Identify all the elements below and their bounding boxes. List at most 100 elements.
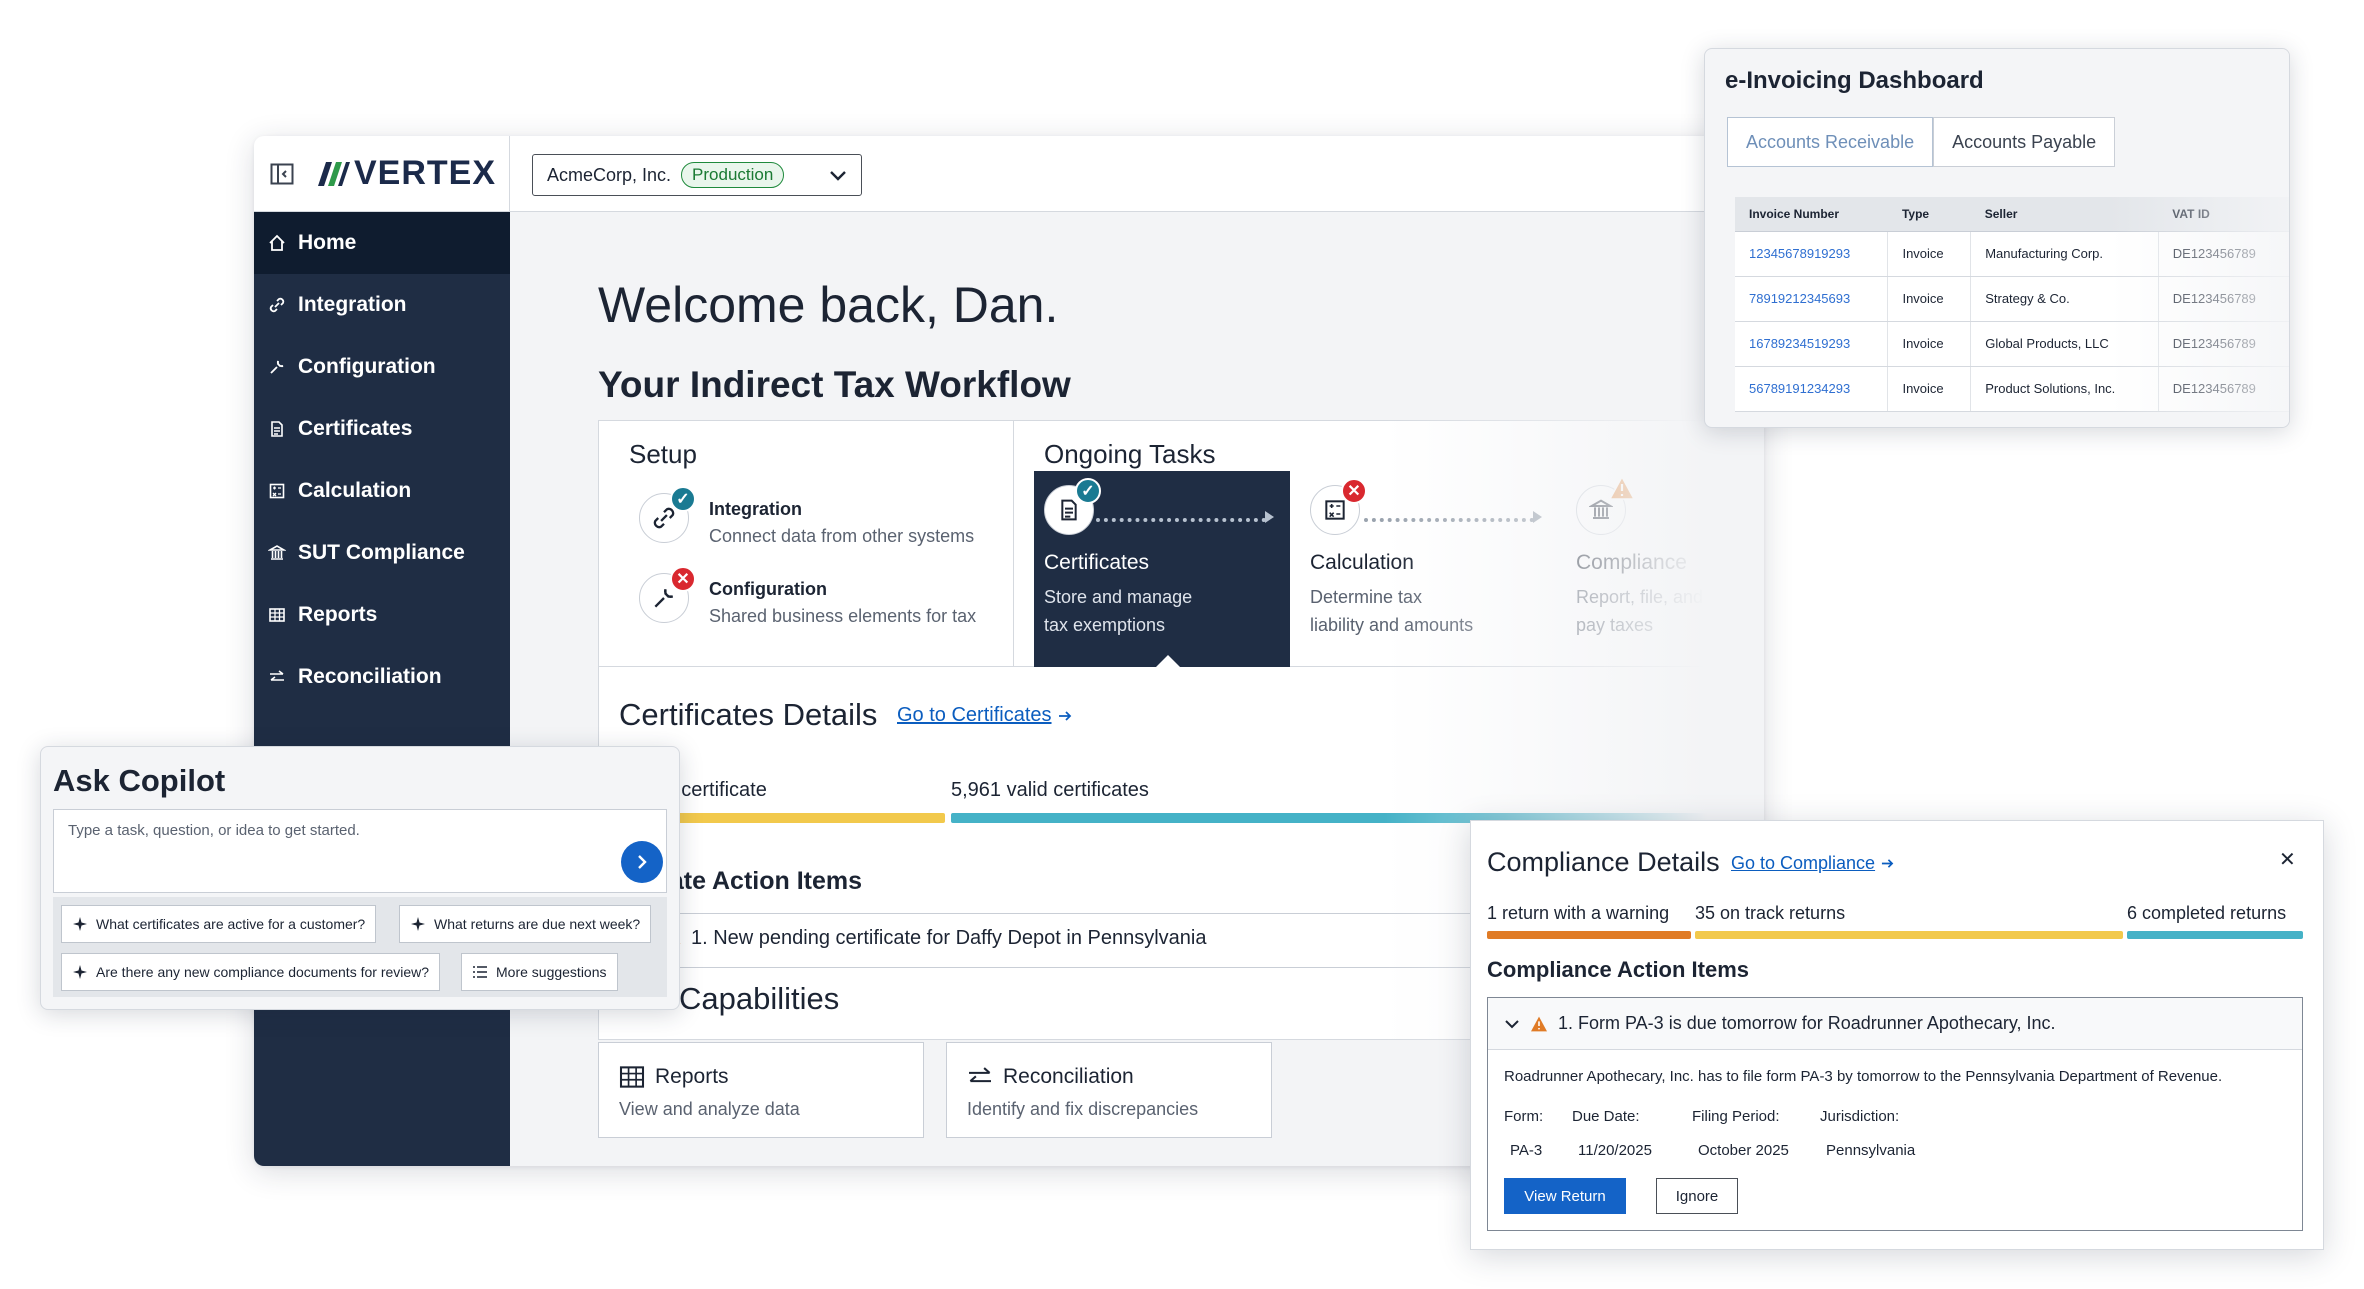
capabilities-title: Capabilities xyxy=(679,981,840,1016)
arrows-icon xyxy=(969,1067,991,1083)
form-label: Form: xyxy=(1504,1108,1544,1125)
setup-item-configuration[interactable]: ✕ Configuration Shared business elements… xyxy=(639,566,976,627)
tab-accounts-receivable[interactable]: Accounts Receivable xyxy=(1727,117,1934,167)
filing-period-value: October 2025 xyxy=(1698,1142,1789,1159)
table-cell: DE123456789 xyxy=(2158,321,2289,367)
warning-icon xyxy=(1531,1016,1547,1031)
suggestion-chips: What certificates are active for a custo… xyxy=(53,897,667,997)
ongoing-title: Ongoing Tasks xyxy=(1044,439,1216,469)
suggestion-chip[interactable]: What certificates are active for a custo… xyxy=(61,905,377,943)
organization-select[interactable]: AcmeCorp, Inc. Production xyxy=(532,154,862,196)
copilot-title: Ask Copilot xyxy=(53,763,226,798)
send-button[interactable] xyxy=(621,841,663,883)
go-to-certificates-link[interactable]: Go to Certificates xyxy=(897,704,1072,727)
task-calculation[interactable]: ✕ Calculation Determine tax liability and… xyxy=(1300,471,1556,667)
column-header[interactable]: Seller xyxy=(1970,197,2159,232)
link-label: Go to Compliance xyxy=(1731,853,1876,873)
arrows-icon xyxy=(270,670,284,681)
sidebar-item-label: Reports xyxy=(298,603,378,626)
sidebar-item-label: Certificates xyxy=(298,417,413,440)
suggestion-chip[interactable]: Are there any new compliance documents f… xyxy=(61,953,441,991)
table-cell: Strategy & Co. xyxy=(1970,276,2159,322)
setup-item-integration[interactable]: ✓ Integration Connect data from other sy… xyxy=(639,486,975,547)
progress-connector xyxy=(1096,518,1266,522)
table-row[interactable]: 56789191234293 Invoice Product Solutions… xyxy=(1735,366,2289,412)
table-row[interactable]: 12345678919293 Invoice Manufacturing Cor… xyxy=(1735,231,2289,277)
sidebar-item-reports[interactable]: Reports xyxy=(254,584,510,646)
sidebar-item-sut-compliance[interactable]: SUT Compliance xyxy=(254,522,510,584)
due-date-value: 11/20/2025 xyxy=(1578,1142,1652,1159)
sidebar-item-home[interactable]: Home xyxy=(254,212,510,274)
certificate-action-item[interactable]: 1. New pending certificate for Daffy Dep… xyxy=(691,927,1206,950)
einvoicing-dashboard: e-Invoicing Dashboard Accounts Receivabl… xyxy=(1704,48,2290,428)
sidebar-item-reconciliation[interactable]: Reconciliation xyxy=(254,646,510,708)
table-row[interactable]: 16789234519293 Invoice Global Products, … xyxy=(1735,321,2289,367)
form-value: PA-3 xyxy=(1510,1142,1543,1159)
setup-item-title: Configuration xyxy=(709,579,827,599)
sidebar-item-configuration[interactable]: Configuration xyxy=(254,336,510,398)
capability-subtitle: Identify and fix discrepancies xyxy=(967,1099,1199,1119)
arrow-right-icon xyxy=(1533,511,1542,523)
task-certificates[interactable]: ✓ Certificates Store and manage tax exemp… xyxy=(1034,471,1290,667)
capability-card-reports[interactable]: Reports View and analyze data xyxy=(598,1042,924,1138)
table-header-row: Invoice Number Type Seller VAT ID xyxy=(1735,197,2289,232)
suggestion-chip[interactable]: What returns are due next week? xyxy=(399,905,652,943)
action-item-header[interactable]: 1. Form PA-3 is due tomorrow for Roadrun… xyxy=(1488,998,2302,1050)
sidebar-item-label: Integration xyxy=(298,293,407,316)
compliance-details-panel: Compliance Details Go to Compliance ✕ 1 … xyxy=(1470,820,2324,1250)
go-to-compliance-link[interactable]: Go to Compliance xyxy=(1731,853,1894,874)
einvoicing-title: e-Invoicing Dashboard xyxy=(1725,67,1984,94)
brand-area: VERTEX xyxy=(254,136,510,212)
org-name: AcmeCorp, Inc. xyxy=(547,164,672,185)
chevron-right-icon xyxy=(638,855,647,869)
completed-returns-label: 6 completed returns xyxy=(2127,903,2287,923)
certificate-action-items-title: icate Action Items xyxy=(649,867,863,895)
sparkle-icon xyxy=(73,917,87,931)
task-subtitle: Determine tax xyxy=(1310,587,1423,607)
more-suggestions-button[interactable]: More suggestions xyxy=(461,953,618,991)
column-header[interactable]: Invoice Number xyxy=(1735,197,1888,232)
table-cell: Invoice xyxy=(1887,321,1972,367)
warning-bar xyxy=(1487,931,1691,939)
task-subtitle: pay taxes xyxy=(1576,615,1654,635)
sidebar-item-certificates[interactable]: Certificates xyxy=(254,398,510,460)
vertex-logo[interactable]: VERTEX xyxy=(316,154,496,193)
completed-bar xyxy=(2127,931,2303,939)
task-compliance[interactable]: Compliance Report, file, and pay taxes xyxy=(1566,471,1764,667)
task-title: Calculation xyxy=(1310,551,1414,574)
close-icon[interactable]: ✕ xyxy=(2279,847,2296,872)
ignore-button[interactable]: Ignore xyxy=(1656,1178,1738,1214)
sidebar-item-calculation[interactable]: Calculation xyxy=(254,460,510,522)
compliance-details-title: Compliance Details xyxy=(1487,847,1720,877)
close-icon[interactable]: ✕ xyxy=(1703,705,1723,734)
copilot-input[interactable]: Type a task, question, or idea to get st… xyxy=(53,809,667,893)
check-icon: ✓ xyxy=(1075,478,1101,504)
column-header[interactable]: Type xyxy=(1887,197,1971,232)
logo-text: VERTEX xyxy=(354,154,497,192)
list-icon xyxy=(473,966,487,978)
sidebar-collapse-icon[interactable] xyxy=(270,163,294,185)
workflow-title: Your Indirect Tax Workflow xyxy=(598,364,1071,405)
setup-item-subtitle: Connect data from other systems xyxy=(709,526,975,546)
invoice-number-link[interactable]: 78919212345693 xyxy=(1735,276,1889,322)
filing-period-label: Filing Period: xyxy=(1692,1108,1780,1125)
table-cell: DE123456789 xyxy=(2158,366,2289,412)
home-icon xyxy=(269,234,285,251)
action-item-title: 1. Form PA-3 is due tomorrow for Roadrun… xyxy=(1558,1013,2056,1033)
task-subtitle: tax exemptions xyxy=(1044,615,1166,635)
sparkle-icon xyxy=(411,917,425,931)
arrow-right-icon xyxy=(1058,710,1071,721)
capability-card-reconciliation[interactable]: Reconciliation Identify and fix discrepa… xyxy=(946,1042,1272,1138)
einvoicing-tabs: Accounts Receivable Accounts Payable xyxy=(1727,117,2116,167)
ask-copilot-panel: Ask Copilot Type a task, question, or id… xyxy=(40,746,680,1010)
invoice-number-link[interactable]: 56789191234293 xyxy=(1735,366,1889,412)
invoice-number-link[interactable]: 12345678919293 xyxy=(1735,231,1889,277)
tab-accounts-payable[interactable]: Accounts Payable xyxy=(1933,117,2116,167)
column-header[interactable]: VAT ID xyxy=(2158,197,2289,232)
chip-label: More suggestions xyxy=(496,964,607,980)
environment-badge: Production xyxy=(681,162,785,188)
sidebar-item-integration[interactable]: Integration xyxy=(254,274,510,336)
invoice-number-link[interactable]: 16789234519293 xyxy=(1735,321,1889,367)
table-row[interactable]: 78919212345693 Invoice Strategy & Co. DE… xyxy=(1735,276,2289,322)
view-return-button[interactable]: View Return xyxy=(1504,1178,1626,1214)
